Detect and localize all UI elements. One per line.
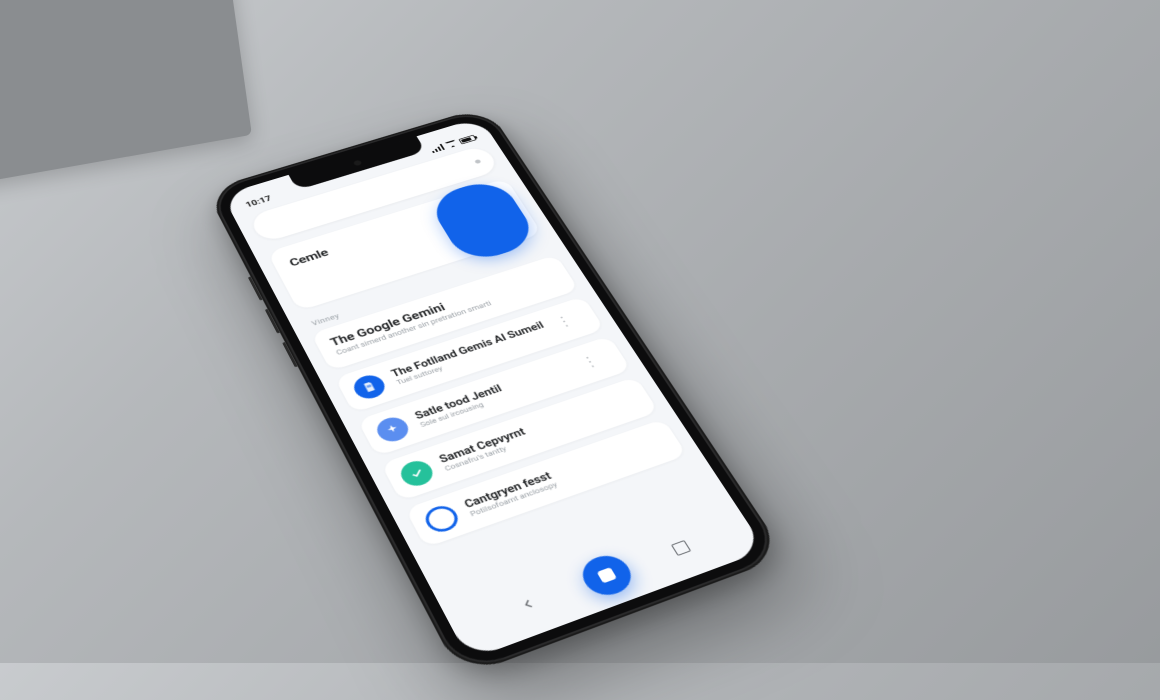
status-time: 10:17 <box>244 194 273 209</box>
mic-icon[interactable] <box>474 159 481 164</box>
battery-icon <box>458 134 476 144</box>
check-icon <box>396 457 437 489</box>
list-item-subtitle: Potilsofoamt anclosopy <box>469 446 659 518</box>
phone-frame: 10:17 Cemle Vinney The Google Gemini <box>205 106 786 678</box>
list-item-subtitle: Sole sul ircousing <box>419 371 576 430</box>
list-item-title: Samat Cepvyrnt <box>438 393 627 466</box>
nav-bar <box>444 506 759 650</box>
back-button[interactable] <box>514 592 543 616</box>
list-item-title: Satle tood Jentil <box>413 361 572 423</box>
list-item-subtitle: Cosnafru's tantty <box>444 403 631 473</box>
fab-button[interactable] <box>575 550 639 601</box>
recents-button[interactable] <box>671 540 691 556</box>
document-icon <box>350 372 390 402</box>
more-icon[interactable]: ⋮ <box>578 354 602 372</box>
list-item[interactable]: Samat Cepvyrnt Cosnafru's tantty <box>381 376 659 501</box>
screen: 10:17 Cemle Vinney The Google Gemini <box>222 117 766 660</box>
list-item[interactable]: Cantgryen fesst Potilsofoamt anclosopy <box>405 419 687 548</box>
sparkle-icon <box>373 414 413 445</box>
circle-icon <box>421 502 463 535</box>
wifi-icon <box>445 140 459 149</box>
signal-icon <box>430 144 445 153</box>
stop-icon <box>597 567 617 583</box>
desk-box <box>0 0 252 183</box>
list-item-title: Cantgryen fesst <box>463 436 654 512</box>
more-icon[interactable]: ⋮ <box>553 314 577 331</box>
